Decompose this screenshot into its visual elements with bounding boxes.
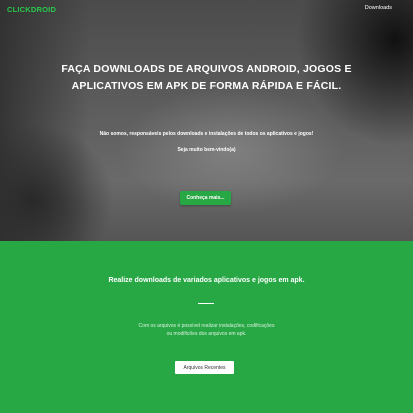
learn-more-button[interactable]: Conheça mais...	[180, 191, 231, 205]
hero-title-line2: APLICATIVOS EM APK DE FORMA RÁPIDA E FÁC…	[71, 80, 342, 92]
recent-files-button[interactable]: Arquivos Recentes	[175, 361, 234, 374]
about-title: Realize downloads de variados aplicativo…	[108, 277, 305, 284]
nav-link-downloads[interactable]: Downloads	[365, 5, 392, 11]
hero-section: CLICKDROID Downloads FAÇA DOWNLOADS DE A…	[0, 0, 413, 241]
about-section: Realize downloads de variados aplicativo…	[0, 241, 413, 413]
hero-welcome: Seja muito bem-vindo(a)	[177, 147, 236, 153]
hero-title: FAÇA DOWNLOADS DE ARQUIVOS ANDROID, JOGO…	[0, 61, 413, 95]
divider	[198, 303, 214, 304]
about-text-line1: Com os arquivos é possível realizar inst…	[138, 323, 275, 329]
brand-logo[interactable]: CLICKDROID	[7, 5, 56, 14]
about-text-line2: ou modificões dos arquivos em apk.	[166, 331, 247, 337]
navbar: CLICKDROID Downloads	[0, 0, 413, 18]
hero-disclaimer: Não somos, responsáveis pelos downloads …	[99, 131, 314, 137]
hero-title-line1: FAÇA DOWNLOADS DE ARQUIVOS ANDROID, JOGO…	[61, 63, 352, 75]
